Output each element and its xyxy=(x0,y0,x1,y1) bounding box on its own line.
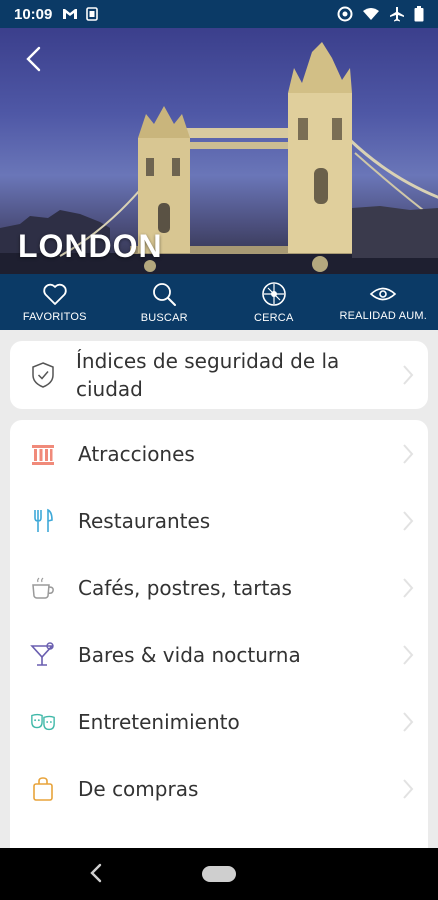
chevron-right-icon xyxy=(403,443,414,464)
coffee-cup-icon xyxy=(32,577,54,599)
data-saver-icon xyxy=(337,6,353,22)
search-icon xyxy=(153,282,177,306)
chevron-right-icon xyxy=(403,577,414,598)
category-label: Entretenimiento xyxy=(78,709,240,734)
sim-card-icon xyxy=(86,7,99,21)
action-toolbar: FAVORITOS BUSCAR CERCA REALIDAD AUM. xyxy=(0,274,438,330)
theater-masks-icon xyxy=(31,713,55,730)
category-restaurants[interactable]: Restaurantes xyxy=(10,487,428,554)
category-shopping[interactable]: De compras xyxy=(10,755,428,822)
status-bar: 10:09 xyxy=(0,0,438,28)
city-title: LONDON xyxy=(18,228,163,264)
heart-icon xyxy=(43,283,67,305)
category-label: Cafés, postres, tartas xyxy=(78,575,292,600)
category-cafes[interactable]: Cafés, postres, tartas xyxy=(10,554,428,621)
compass-icon xyxy=(261,281,286,306)
category-attractions[interactable]: Atracciones xyxy=(10,420,428,487)
nearby-label: CERCA xyxy=(253,311,294,324)
shopping-bag-icon xyxy=(33,776,53,801)
hero-image: LONDON xyxy=(0,28,438,274)
categories-list: Atracciones Restaurantes Cafés, postres,… xyxy=(10,420,428,860)
augmented-reality-button[interactable]: REALIDAD AUM. xyxy=(329,274,438,330)
category-label: De compras xyxy=(78,776,199,801)
nearby-button[interactable]: CERCA xyxy=(219,274,329,330)
chevron-right-icon xyxy=(403,644,414,665)
category-label: Bares & vida nocturna xyxy=(78,642,301,667)
chevron-right-icon xyxy=(403,365,414,385)
augmented-reality-label: REALIDAD AUM. xyxy=(339,309,428,322)
category-entertainment[interactable]: Entretenimiento xyxy=(10,688,428,755)
chevron-right-icon xyxy=(403,510,414,531)
shield-check-icon xyxy=(32,362,54,388)
safety-index-card[interactable]: Índices de seguridad de la ciudad xyxy=(10,341,428,409)
back-button[interactable] xyxy=(16,42,50,76)
fork-knife-icon xyxy=(34,508,53,532)
chevron-right-icon xyxy=(403,778,414,799)
favorites-label: FAVORITOS xyxy=(22,310,87,323)
gmail-icon xyxy=(63,9,78,19)
chevron-left-icon xyxy=(26,46,41,72)
cocktail-icon xyxy=(30,641,54,666)
airplane-icon xyxy=(390,7,404,22)
safety-index-label: Índices de seguridad de la ciudad xyxy=(76,349,340,401)
search-button[interactable]: BUSCAR xyxy=(110,274,220,330)
category-label: Restaurantes xyxy=(78,508,211,533)
nav-home-button[interactable] xyxy=(202,866,236,882)
landmark-icon xyxy=(32,444,54,465)
nav-back-icon[interactable] xyxy=(88,862,104,884)
status-time: 10:09 xyxy=(14,5,53,23)
battery-icon xyxy=(414,6,424,22)
favorites-button[interactable]: FAVORITOS xyxy=(0,274,110,330)
chevron-right-icon xyxy=(403,711,414,732)
category-bars-nightlife[interactable]: Bares & vida nocturna xyxy=(10,621,428,688)
wifi-icon xyxy=(363,8,379,20)
search-label: BUSCAR xyxy=(140,311,188,324)
category-label: Atracciones xyxy=(78,441,195,466)
system-navigation-bar xyxy=(0,848,438,900)
eye-icon xyxy=(370,287,397,300)
